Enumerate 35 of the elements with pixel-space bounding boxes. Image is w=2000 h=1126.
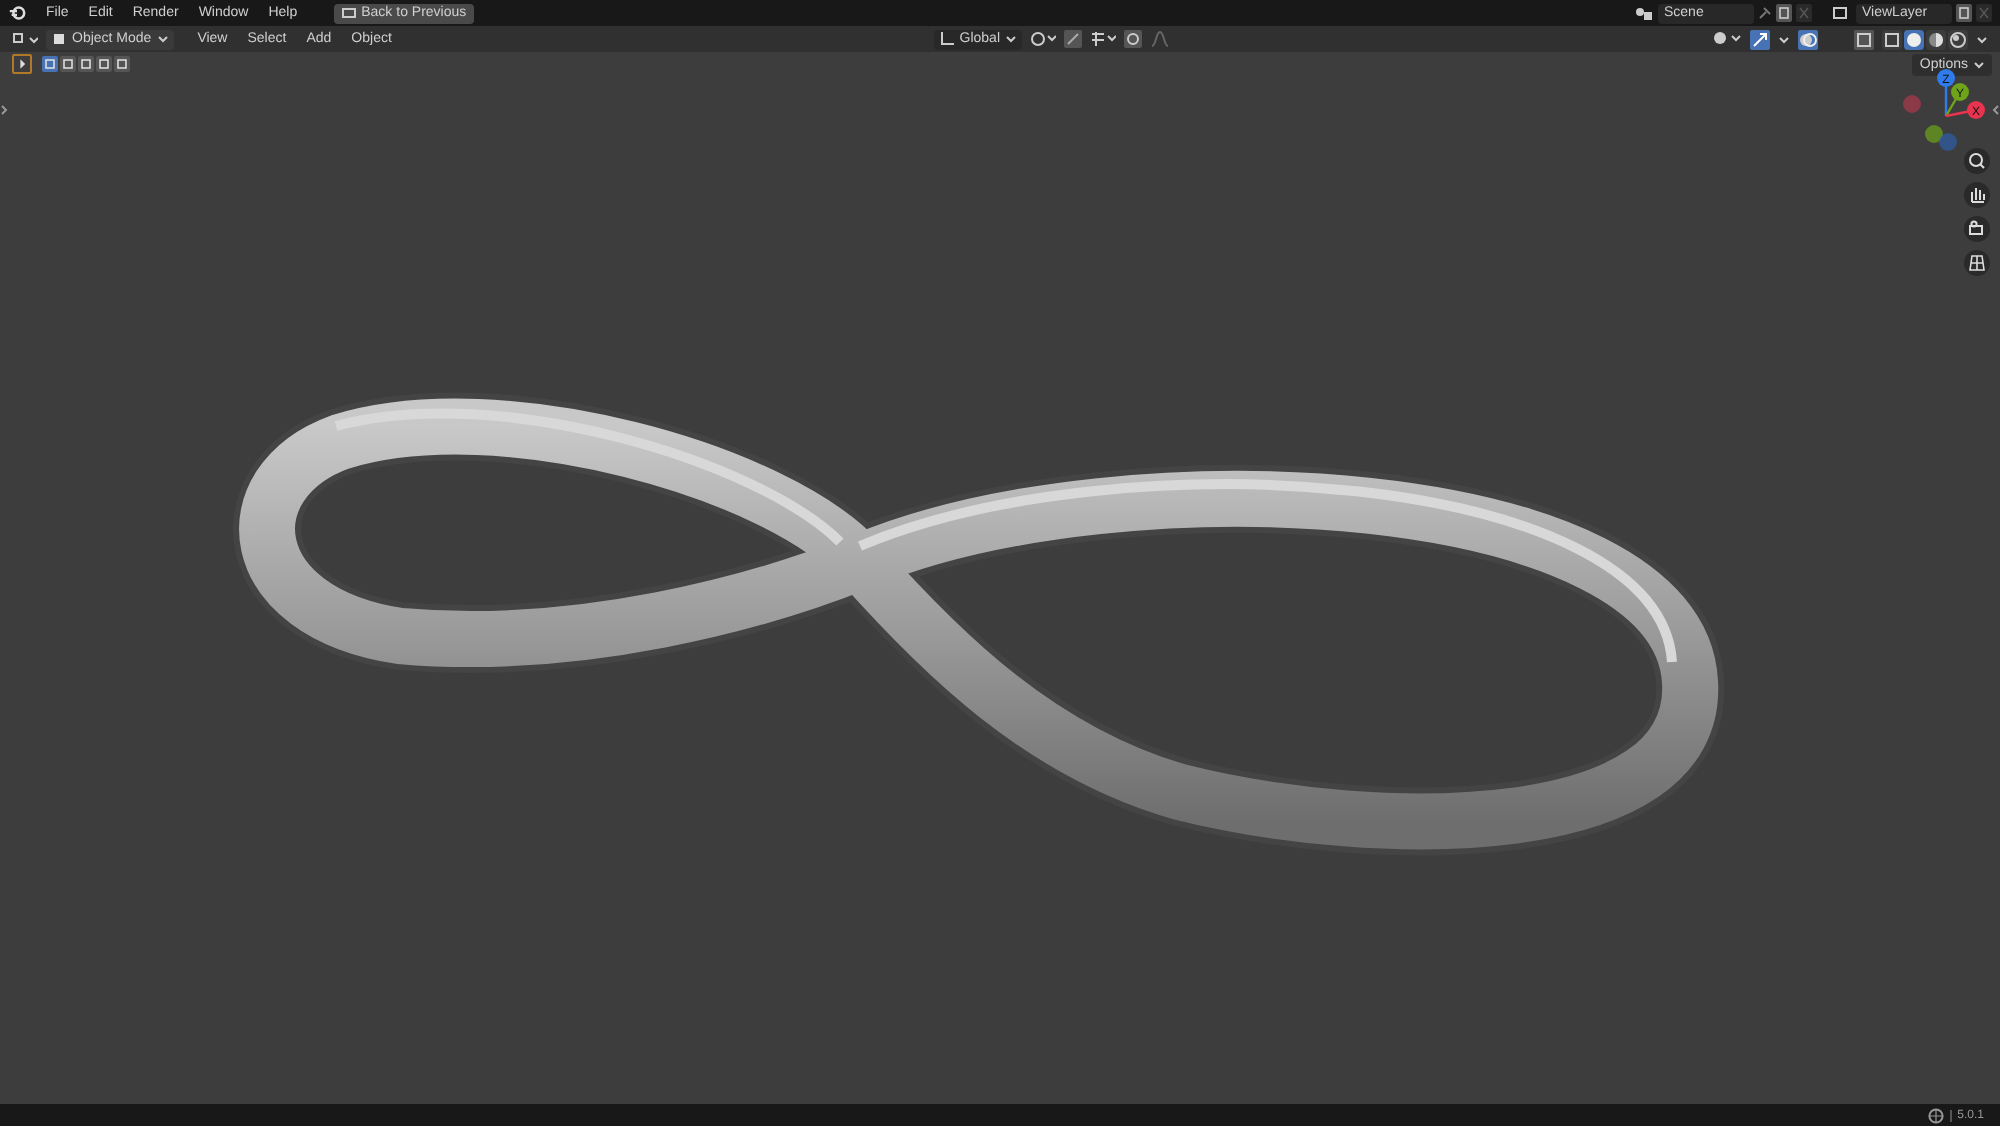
cube-icon [52, 32, 66, 46]
solid-shading-icon[interactable] [1904, 29, 1924, 49]
snap-icon[interactable] [1064, 30, 1082, 48]
editor-type-icon[interactable] [12, 31, 38, 47]
sidebar-toggle-icon[interactable] [0, 104, 8, 116]
overlays-icon[interactable] [1798, 29, 1818, 49]
selection-mode-icon[interactable] [60, 56, 76, 72]
material-shading-icon[interactable] [1926, 29, 1946, 49]
globe-icon [1927, 1107, 1944, 1123]
new-layer-icon[interactable] [1956, 4, 1972, 22]
axes-icon [939, 32, 954, 46]
zoom-icon[interactable] [1964, 148, 1990, 174]
proportional-editing-icon[interactable] [1124, 30, 1142, 48]
caret-icon [157, 34, 168, 44]
caret-icon [1006, 34, 1016, 44]
new-scene-icon[interactable] [1776, 4, 1792, 22]
scene-icon[interactable] [1634, 5, 1654, 21]
caret-icon [1974, 60, 1984, 70]
tool-toggle-icon[interactable] [12, 54, 32, 74]
visibility-icon[interactable] [1712, 30, 1742, 48]
xray-icon[interactable] [1854, 29, 1874, 49]
selection-mode-icon[interactable] [78, 56, 94, 72]
sidebar-toggle-icon[interactable] [1992, 104, 2000, 116]
selection-mode-icon[interactable] [114, 56, 130, 72]
grid-perspective-icon[interactable] [1964, 250, 1990, 276]
rendered-shading-icon[interactable] [1948, 29, 1968, 49]
screen-icon [341, 7, 356, 19]
layers-icon[interactable] [1832, 5, 1852, 21]
selection-mode-icon[interactable] [96, 56, 112, 72]
pivot-icon[interactable] [1030, 30, 1056, 48]
axis-handle[interactable] [1903, 95, 1921, 113]
gizmo-toggle-icon[interactable] [1750, 29, 1770, 49]
selection-mode-icon[interactable] [42, 56, 58, 72]
snap-target-icon[interactable] [1090, 30, 1116, 48]
wireframe-shading-icon[interactable] [1882, 29, 1902, 49]
